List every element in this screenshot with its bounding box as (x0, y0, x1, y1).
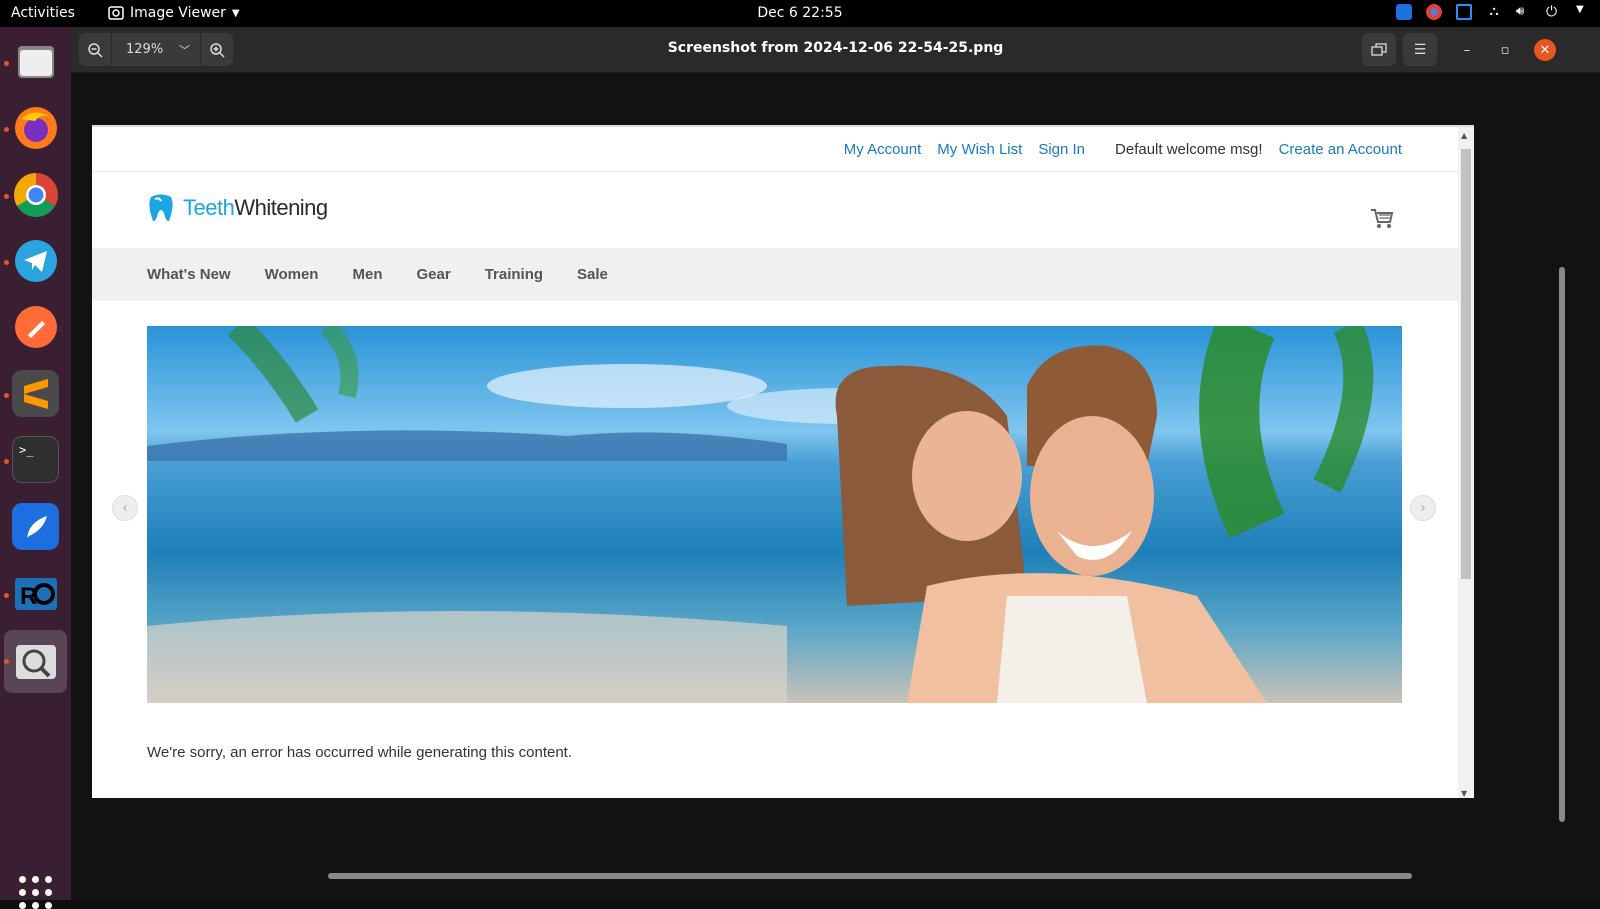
zoom-out-icon (88, 42, 103, 58)
scroll-down-icon: ▼ (1461, 789, 1468, 798)
nav-item-men: Men (352, 266, 383, 283)
main-nav: What's New Women Men Gear Training Sale (92, 248, 1458, 301)
running-indicator (4, 260, 9, 265)
welcome-message: Default welcome msg! (1115, 141, 1263, 158)
vertical-scrollbar[interactable] (1559, 267, 1565, 822)
fullscreen-button[interactable] (1362, 33, 1396, 66)
power-icon[interactable]: ⏻ (1546, 4, 1562, 20)
nav-item-whats-new: What's New (147, 266, 231, 283)
nav-item-women: Women (264, 266, 319, 283)
page-scrollbar: ▲ ▼ (1458, 127, 1474, 798)
feather-tray-icon[interactable] (1396, 4, 1412, 20)
zoom-in-icon (210, 42, 225, 58)
ro-app-icon[interactable]: R (12, 570, 59, 617)
running-indicator (4, 61, 9, 66)
hero-banner-image (147, 326, 1402, 703)
network-icon[interactable]: ⛬ (1486, 4, 1502, 20)
logo-word-teeth: Teeth (183, 195, 235, 220)
error-message: We're sorry, an error has occurred while… (147, 744, 573, 761)
postman-icon[interactable] (12, 303, 59, 350)
system-tray: ⛬ 🔊︎ ⏻ ▼ (1396, 4, 1586, 20)
close-button[interactable]: ✕ (1534, 39, 1556, 61)
my-account-link: My Account (843, 141, 922, 158)
chrome-icon[interactable] (12, 171, 59, 218)
activities-button[interactable]: Activities (11, 5, 75, 21)
zoom-out-button[interactable] (79, 33, 111, 66)
app-tray-icon[interactable] (1456, 4, 1472, 20)
running-indicator (4, 393, 9, 398)
minimize-button[interactable]: – (1456, 39, 1478, 61)
hamburger-icon: ☰ (1413, 41, 1427, 58)
app-name: Image Viewer (130, 5, 226, 21)
files-icon[interactable] (12, 38, 59, 85)
create-account-link: Create an Account (1278, 141, 1402, 158)
volume-icon[interactable]: 🔊︎ (1516, 4, 1532, 20)
header-links: My Account My Wish List Sign In Default … (844, 141, 1402, 158)
tooth-icon (149, 194, 173, 222)
caret-down-icon: ▼ (231, 7, 240, 19)
nav-item-gear: Gear (416, 266, 451, 283)
site-logo: TeethWhitening (147, 193, 328, 223)
telegram-icon[interactable] (12, 237, 59, 284)
logo-word-whitening: Whitening (234, 195, 328, 220)
sign-in-link: Sign In (1038, 141, 1086, 158)
image-viewer-window: 129% ﹀ Screenshot from 2024-12-06 22-54-… (71, 27, 1600, 900)
top-bar: Activities Image Viewer ▼ Dec 6 22:55 ⛬ … (0, 0, 1600, 27)
nav-item-sale: Sale (577, 266, 608, 283)
displayed-image: My Account My Wish List Sign In Default … (92, 125, 1474, 798)
zoom-in-button[interactable] (201, 33, 233, 66)
running-indicator (4, 659, 9, 664)
show-applications-icon[interactable] (19, 876, 52, 909)
maximize-button[interactable]: ▫ (1494, 39, 1516, 61)
fullscreen-icon (1371, 42, 1387, 56)
feather-icon[interactable] (12, 503, 59, 550)
slider-prev-icon: ‹ (112, 495, 138, 521)
running-indicator (4, 459, 9, 464)
wish-list-link: My Wish List (937, 141, 1023, 158)
horizontal-scrollbar[interactable] (328, 873, 1412, 879)
zoom-level: 129% (126, 42, 164, 57)
clock[interactable]: Dec 6 22:55 (0, 5, 1600, 21)
image-viewer-icon (108, 6, 124, 20)
nav-item-training: Training (484, 266, 544, 283)
firefox-icon[interactable] (12, 104, 59, 151)
page-scroll-thumb (1461, 149, 1471, 579)
cart-icon (1371, 209, 1394, 228)
header-bar: 129% ﹀ Screenshot from 2024-12-06 22-54-… (71, 27, 1600, 73)
dock: >_ R (0, 27, 71, 909)
app-menu[interactable]: Image Viewer ▼ (108, 5, 240, 21)
logo-text: TeethWhitening (183, 195, 328, 221)
terminal-icon[interactable]: >_ (12, 436, 59, 483)
running-indicator (4, 593, 9, 598)
slider-next-icon: › (1410, 495, 1436, 521)
chevron-down-icon: ﹀ (179, 44, 190, 57)
caret-down-icon[interactable]: ▼ (1576, 4, 1586, 20)
running-indicator (4, 194, 9, 199)
divider (92, 171, 1458, 172)
zoom-level-dropdown[interactable]: 129% ﹀ (111, 33, 201, 66)
menu-button[interactable]: ☰ (1403, 33, 1437, 66)
image-viewer-dock-icon[interactable] (12, 638, 59, 685)
running-indicator (4, 127, 9, 132)
zoom-controls: 129% ﹀ (79, 33, 233, 66)
scroll-up-icon: ▲ (1461, 131, 1468, 140)
sublime-text-icon[interactable] (12, 370, 59, 417)
chrome-tray-icon[interactable] (1426, 4, 1442, 20)
